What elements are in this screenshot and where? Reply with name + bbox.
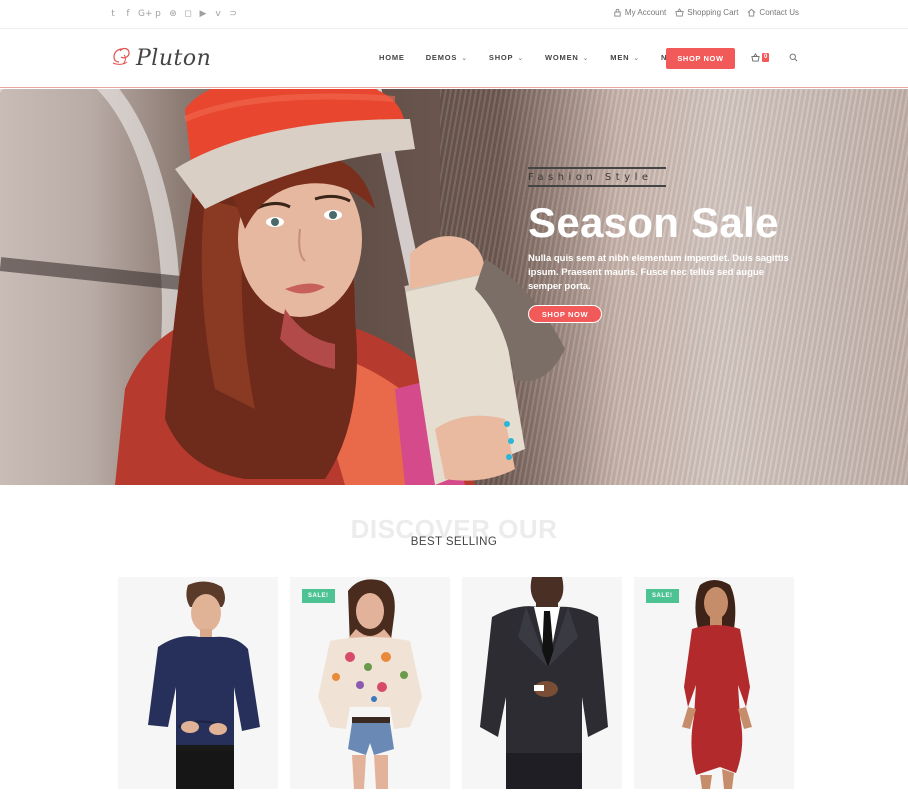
my-account-label: My Account	[624, 8, 667, 17]
product-card-men-shirt[interactable]	[118, 577, 278, 789]
hero-banner: Fashion Style Season Sale Nulla quis sem…	[0, 89, 908, 485]
hero-eyebrow: Fashion Style	[528, 167, 666, 187]
hero-model-image	[115, 89, 565, 485]
top-links: My Account Shopping Cart Contact Us	[613, 8, 799, 17]
logo[interactable]: Pluton	[108, 41, 211, 75]
nav-item-demos[interactable]: DEMOS ⌄	[426, 53, 468, 62]
logo-text: Pluton	[136, 45, 212, 71]
product-card-red-dress[interactable]: SALE!	[634, 577, 794, 789]
twitter-icon[interactable]: t	[108, 8, 118, 20]
contact-us-link[interactable]: Contact Us	[747, 8, 799, 17]
nav-home-label: HOME	[379, 53, 405, 62]
chevron-down-icon: ⌄	[461, 54, 468, 62]
nav-item-men[interactable]: MEN ⌄	[610, 53, 640, 62]
cart-count-badge: 0	[762, 53, 770, 62]
product-card-men-suit[interactable]	[462, 577, 622, 789]
hero-title: Season Sale	[528, 199, 779, 246]
shopping-cart-label: Shopping Cart	[687, 8, 739, 17]
nav-item-home[interactable]: HOME	[379, 53, 405, 62]
instagram-icon[interactable]: ◻	[183, 8, 193, 20]
contact-us-label: Contact Us	[759, 8, 799, 17]
header-cart[interactable]: 0	[751, 53, 770, 62]
main-nav: HOME DEMOS⌄ SHOP⌄ WOMEN⌄ MEN⌄ NEWS	[379, 53, 708, 62]
hero-text: Fashion Style Season Sale Nulla quis sem…	[528, 167, 828, 323]
product-image-floral-top	[290, 577, 450, 789]
site-header: Pluton HOME DEMOS⌄ SHOP⌄ WOMEN⌄ MEN⌄ NEW…	[0, 29, 908, 88]
chevron-down-icon: ⌄	[517, 54, 525, 62]
header-shop-now-button[interactable]: SHOP NOW	[666, 48, 735, 69]
nav-demos-label: DEMOS	[425, 53, 458, 62]
product-grid: SALE! SALE!	[118, 577, 794, 789]
product-image-red-dress	[634, 577, 794, 789]
nav-men-label: MEN	[610, 53, 630, 62]
basket-icon	[751, 53, 760, 62]
social-links: t f G+ p ⊛ ◻ ▶ v ⊃	[108, 8, 238, 20]
shopping-cart-link[interactable]: Shopping Cart	[675, 8, 738, 17]
product-image-men-suit	[462, 577, 622, 789]
rss-icon[interactable]: ⊃	[228, 8, 238, 20]
nav-women-label: WOMEN	[545, 53, 579, 62]
my-account-link[interactable]: My Account	[613, 8, 666, 17]
facebook-icon[interactable]: f	[123, 8, 133, 20]
product-card-floral-top[interactable]: SALE!	[290, 577, 450, 789]
nav-item-women[interactable]: WOMEN ⌄	[545, 53, 589, 62]
dribbble-icon[interactable]: ⊛	[168, 8, 178, 20]
hero-shop-now-button[interactable]: SHOP NOW	[528, 305, 602, 323]
basket-icon	[675, 8, 684, 17]
nav-shop-label: SHOP	[488, 53, 514, 62]
search-icon[interactable]	[789, 53, 798, 62]
chevron-down-icon: ⌄	[582, 54, 590, 62]
sale-badge: SALE!	[302, 589, 335, 603]
logo-mark-icon	[112, 47, 130, 65]
chevron-down-icon: ⌄	[633, 54, 641, 62]
google-plus-icon[interactable]: G+	[138, 8, 153, 20]
nav-item-shop[interactable]: SHOP ⌄	[489, 53, 524, 62]
vimeo-icon[interactable]: v	[213, 8, 223, 20]
sale-badge: SALE!	[646, 589, 679, 603]
best-selling-heading: BEST SELLING	[410, 536, 498, 548]
top-bar: t f G+ p ⊛ ◻ ▶ v ⊃ My Account Shopping C…	[0, 0, 908, 29]
pinterest-icon[interactable]: p	[153, 8, 163, 20]
lock-icon	[614, 8, 621, 17]
product-image-men-shirt	[118, 577, 278, 789]
home-icon	[748, 8, 756, 17]
youtube-icon[interactable]: ▶	[198, 8, 208, 20]
hero-description: Nulla quis sem at nibh elementum imperdi…	[528, 253, 789, 292]
